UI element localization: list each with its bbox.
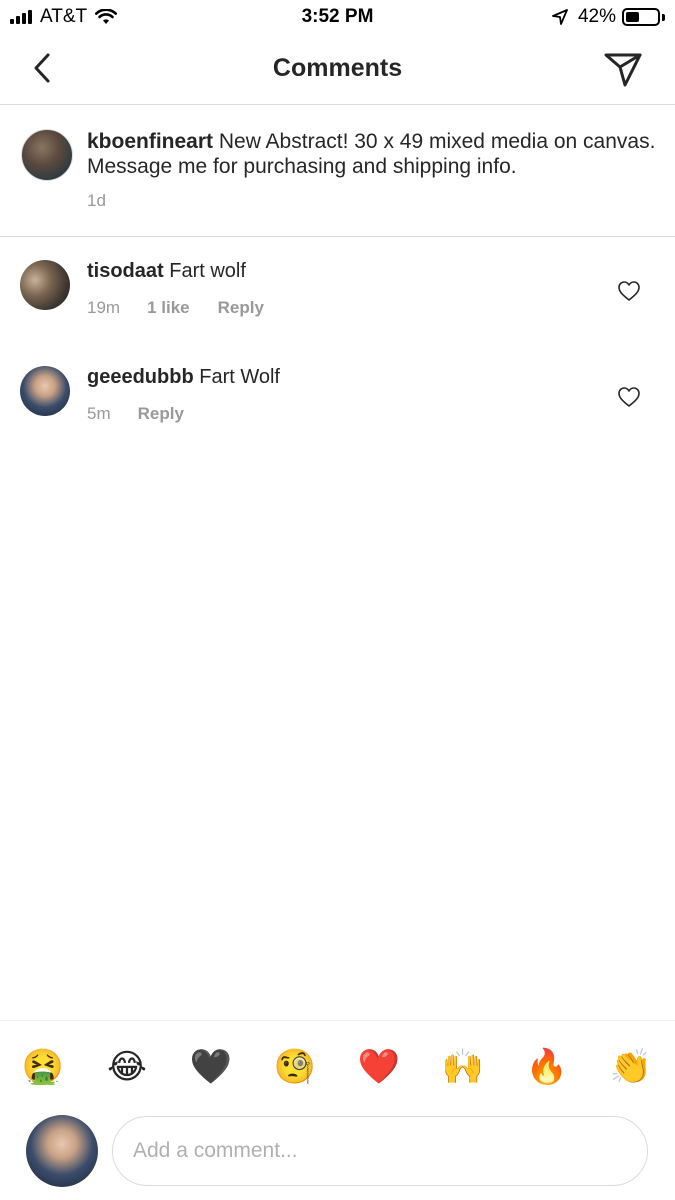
reply-button[interactable]: Reply xyxy=(138,404,184,424)
reply-button[interactable]: Reply xyxy=(218,298,264,318)
status-bar: AT&T 3:52 PM 42% xyxy=(0,0,675,34)
comment-username[interactable]: geeedubbb xyxy=(87,366,194,388)
comment-composer xyxy=(0,1108,675,1200)
heart-outline-icon[interactable] xyxy=(617,386,641,408)
emoji-tears-of-joy-button[interactable]: 😂 xyxy=(105,1045,149,1089)
comment-input[interactable] xyxy=(112,1116,648,1186)
emoji-clapping-button[interactable]: 👏 xyxy=(609,1045,653,1089)
avatar[interactable] xyxy=(26,1115,98,1187)
post-caption: kboenfineart New Abstract! 30 x 49 mixed… xyxy=(0,105,675,237)
comment-item: geeedubbb Fart Wolf 5m Reply xyxy=(0,342,675,432)
avatar[interactable] xyxy=(20,260,70,310)
comment-username[interactable]: tisodaat xyxy=(87,260,164,282)
caption-timestamp: 1d xyxy=(87,191,106,210)
status-right: 42% xyxy=(552,6,665,28)
comment-timestamp: 19m xyxy=(87,298,121,317)
comment-body: Fart wolf xyxy=(163,260,246,282)
comment-text: tisodaat Fart wolf xyxy=(87,260,246,283)
paper-plane-icon xyxy=(604,53,642,87)
comment-likes[interactable]: 1 like xyxy=(147,298,190,318)
avatar[interactable] xyxy=(20,366,70,416)
heart-outline-icon[interactable] xyxy=(617,280,641,302)
comment-timestamp: 5m xyxy=(87,404,111,423)
page-title: Comments xyxy=(272,54,403,82)
emoji-nauseated-button[interactable]: 🤮 xyxy=(21,1045,65,1089)
emoji-bar: 🤮 😂 🖤 🧐 ❤️ 🙌 🔥 👏 xyxy=(0,1020,675,1109)
emoji-raised-hands-button[interactable]: 🙌 xyxy=(441,1045,485,1089)
comment-meta: 19m 1 like Reply xyxy=(87,298,264,318)
caption-text: kboenfineart New Abstract! 30 x 49 mixed… xyxy=(87,129,657,179)
comment-body: Fart Wolf xyxy=(193,366,280,388)
emoji-black-heart-button[interactable]: 🖤 xyxy=(189,1045,233,1089)
battery-icon xyxy=(622,8,660,26)
emoji-monocle-button[interactable]: 🧐 xyxy=(273,1045,317,1089)
emoji-red-heart-button[interactable]: ❤️ xyxy=(357,1045,401,1089)
comment-text: geeedubbb Fart Wolf xyxy=(87,366,280,389)
caption-username[interactable]: kboenfineart xyxy=(87,130,213,153)
battery-nub xyxy=(662,13,665,21)
emoji-fire-button[interactable]: 🔥 xyxy=(525,1045,569,1089)
battery-percent: 42% xyxy=(577,6,616,27)
location-arrow-icon xyxy=(552,9,568,25)
comment-item: tisodaat Fart wolf 19m 1 like Reply xyxy=(0,236,675,326)
comment-meta: 5m Reply xyxy=(87,404,184,424)
comments-header: Comments xyxy=(0,34,675,105)
share-button[interactable] xyxy=(601,48,645,92)
avatar[interactable] xyxy=(21,129,73,181)
